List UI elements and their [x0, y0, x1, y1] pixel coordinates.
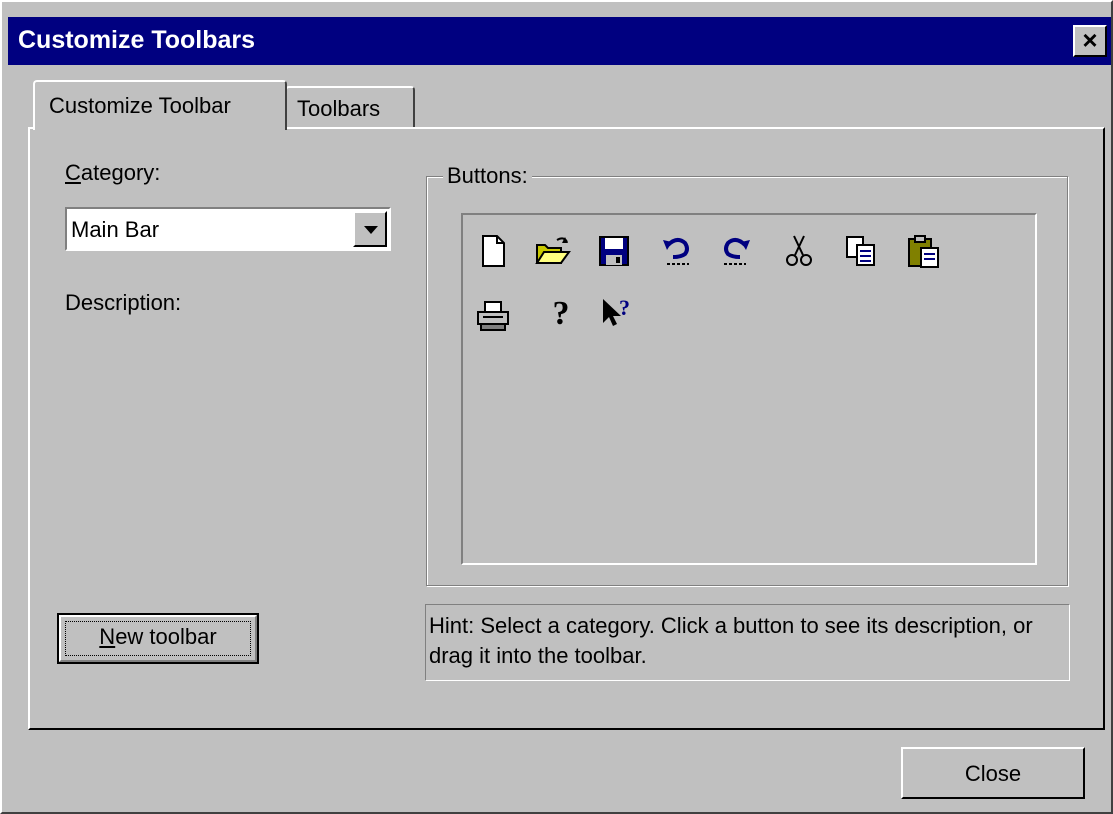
tab-customize-toolbar-label: Customize Toolbar: [49, 93, 231, 118]
close-window-button[interactable]: ×: [1073, 25, 1107, 57]
redo-icon[interactable]: [718, 233, 754, 269]
new-toolbar-button-label: New toolbar: [99, 624, 217, 649]
close-button-label: Close: [964, 761, 1022, 786]
context-help-icon[interactable]: ?: [599, 295, 635, 331]
copy-icon[interactable]: [843, 233, 879, 269]
tab-toolbars-label: Toolbars: [297, 96, 381, 121]
paste-clipboard-icon[interactable]: [906, 233, 942, 269]
tab-customize-toolbar[interactable]: Customize Toolbar: [33, 80, 287, 130]
open-folder-icon[interactable]: [535, 233, 571, 269]
buttons-palette: ? ?: [461, 213, 1037, 565]
window-title: Customize Toolbars: [18, 26, 256, 54]
description-label: Description:: [65, 290, 182, 315]
category-select[interactable]: Main Bar: [65, 207, 391, 251]
category-selected-value: Main Bar: [71, 217, 160, 242]
new-toolbar-button[interactable]: New toolbar: [57, 613, 259, 664]
close-button[interactable]: Close: [901, 747, 1085, 799]
hint-box: Hint: Select a category. Click a button …: [425, 604, 1070, 681]
buttons-group-label: Buttons:: [443, 163, 532, 189]
tab-toolbars[interactable]: Toolbars: [285, 86, 415, 128]
category-label: Category:: [65, 160, 161, 185]
dropdown-arrow-icon[interactable]: [353, 211, 387, 247]
title-bar[interactable]: Customize Toolbars ×: [8, 17, 1111, 65]
cut-scissors-icon[interactable]: [781, 233, 817, 269]
svg-text:?: ?: [619, 295, 630, 320]
save-disk-icon[interactable]: [596, 233, 632, 269]
undo-icon[interactable]: [659, 233, 695, 269]
hint-text: Hint: Select a category. Click a button …: [429, 613, 1033, 668]
help-question-icon[interactable]: ?: [543, 295, 579, 332]
print-icon[interactable]: [475, 298, 511, 334]
new-document-icon[interactable]: [475, 233, 511, 269]
